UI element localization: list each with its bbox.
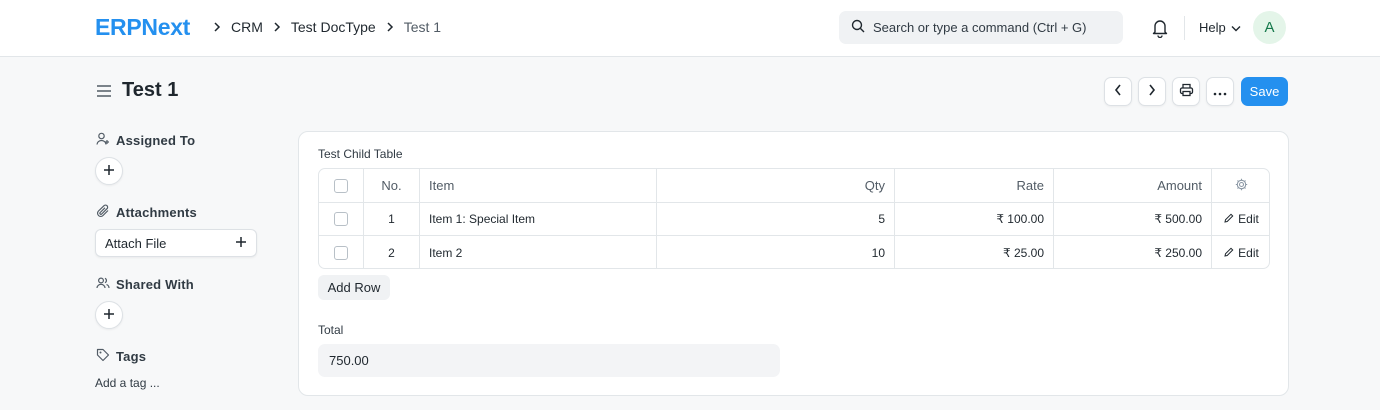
- chevron-right-icon: [386, 20, 394, 35]
- breadcrumb-current[interactable]: Test 1: [404, 19, 441, 35]
- tag-icon: [96, 348, 116, 365]
- plus-icon: [103, 164, 115, 179]
- chevron-left-icon: [1114, 84, 1122, 99]
- row-edit-button[interactable]: Edit: [1212, 203, 1269, 235]
- row-qty[interactable]: 10: [657, 236, 895, 268]
- row-no: 2: [364, 236, 420, 268]
- row-amount: ₹ 250.00: [1054, 236, 1212, 268]
- pencil-icon: [1224, 212, 1238, 226]
- navbar: ERPNext CRM Test DocType Test 1 Search o…: [0, 0, 1380, 57]
- plus-icon: [235, 236, 247, 251]
- column-settings-button[interactable]: [1212, 169, 1269, 202]
- search-placeholder: Search or type a command (Ctrl + G): [873, 20, 1087, 35]
- attach-file-button[interactable]: Attach File: [95, 229, 257, 257]
- total-label: Total: [318, 323, 344, 337]
- plus-icon: [103, 308, 115, 323]
- edit-label: Edit: [1238, 246, 1259, 260]
- users-icon: [96, 276, 116, 293]
- table-header-row: No. Item Qty Rate Amount: [319, 169, 1269, 203]
- row-checkbox-cell: [319, 236, 364, 268]
- bell-icon[interactable]: [1151, 18, 1169, 41]
- header-checkbox-cell: [319, 169, 364, 202]
- assigned-to-text: Assigned To: [116, 133, 196, 148]
- edit-label: Edit: [1238, 212, 1259, 226]
- row-checkbox[interactable]: [334, 246, 348, 260]
- help-label: Help: [1199, 20, 1226, 35]
- row-rate[interactable]: ₹ 100.00: [895, 203, 1054, 235]
- form-card: Test Child Table No. Item Qty Rate Amoun…: [298, 131, 1289, 396]
- search-icon: [851, 19, 873, 36]
- add-assignee-button[interactable]: [95, 157, 123, 185]
- row-checkbox[interactable]: [334, 212, 348, 226]
- more-actions-button[interactable]: [1206, 77, 1234, 106]
- erpnext-logo[interactable]: ERPNext: [95, 14, 190, 41]
- ellipsis-icon: [1213, 84, 1227, 99]
- add-row-button[interactable]: Add Row: [318, 275, 390, 300]
- search-input[interactable]: Search or type a command (Ctrl + G): [839, 11, 1123, 44]
- attachments-text: Attachments: [116, 205, 197, 220]
- column-header-amount: Amount: [1054, 169, 1212, 202]
- column-header-qty: Qty: [657, 169, 895, 202]
- table-row[interactable]: 1 Item 1: Special Item 5 ₹ 100.00 ₹ 500.…: [319, 203, 1269, 236]
- print-button[interactable]: [1172, 77, 1200, 106]
- shared-with-text: Shared With: [116, 277, 194, 292]
- sidebar-toggle-icon[interactable]: [96, 84, 112, 101]
- select-all-checkbox[interactable]: [334, 178, 348, 193]
- attach-file-label: Attach File: [105, 235, 167, 251]
- avatar[interactable]: A: [1253, 11, 1286, 44]
- row-rate[interactable]: ₹ 25.00: [895, 236, 1054, 268]
- tags-text: Tags: [116, 349, 147, 364]
- row-item[interactable]: Item 2: [420, 236, 657, 268]
- user-plus-icon: [96, 132, 116, 149]
- chevron-right-icon: [273, 20, 281, 35]
- next-doc-button[interactable]: [1138, 77, 1166, 106]
- table-row[interactable]: 2 Item 2 10 ₹ 25.00 ₹ 250.00 Edit: [319, 236, 1269, 268]
- row-checkbox-cell: [319, 203, 364, 235]
- row-qty[interactable]: 5: [657, 203, 895, 235]
- column-header-rate: Rate: [895, 169, 1054, 202]
- row-no: 1: [364, 203, 420, 235]
- help-dropdown[interactable]: Help: [1199, 20, 1241, 35]
- nav-divider: [1184, 16, 1185, 40]
- chevron-down-icon: [1226, 20, 1241, 35]
- column-header-item: Item: [420, 169, 657, 202]
- row-edit-button[interactable]: Edit: [1212, 236, 1269, 268]
- add-tag-link[interactable]: Add a tag ...: [95, 376, 160, 390]
- row-edit-link: Edit: [1224, 246, 1259, 260]
- save-button[interactable]: Save: [1241, 77, 1288, 106]
- paperclip-icon: [96, 204, 116, 221]
- pencil-icon: [1224, 246, 1238, 260]
- printer-icon: [1179, 83, 1194, 100]
- chevron-right-icon: [1148, 84, 1156, 99]
- add-share-button[interactable]: [95, 301, 123, 329]
- breadcrumb-test-doctype[interactable]: Test DocType: [291, 19, 376, 35]
- page-title: Test 1: [122, 79, 179, 101]
- assigned-to-label: Assigned To: [96, 132, 195, 149]
- row-edit-link: Edit: [1224, 212, 1259, 226]
- breadcrumb: CRM Test DocType Test 1: [203, 19, 441, 35]
- attachments-label: Attachments: [96, 204, 197, 221]
- tags-label: Tags: [96, 348, 146, 365]
- row-amount: ₹ 500.00: [1054, 203, 1212, 235]
- breadcrumb-crm[interactable]: CRM: [231, 19, 263, 35]
- shared-with-label: Shared With: [96, 276, 194, 293]
- total-field[interactable]: 750.00: [318, 344, 780, 377]
- column-header-no: No.: [364, 169, 420, 202]
- child-table-label: Test Child Table: [318, 147, 403, 161]
- gear-icon: [1235, 178, 1248, 194]
- chevron-right-icon: [213, 20, 221, 35]
- previous-doc-button[interactable]: [1104, 77, 1132, 106]
- row-item[interactable]: Item 1: Special Item: [420, 203, 657, 235]
- child-table: No. Item Qty Rate Amount 1 Item 1: Speci…: [318, 168, 1270, 269]
